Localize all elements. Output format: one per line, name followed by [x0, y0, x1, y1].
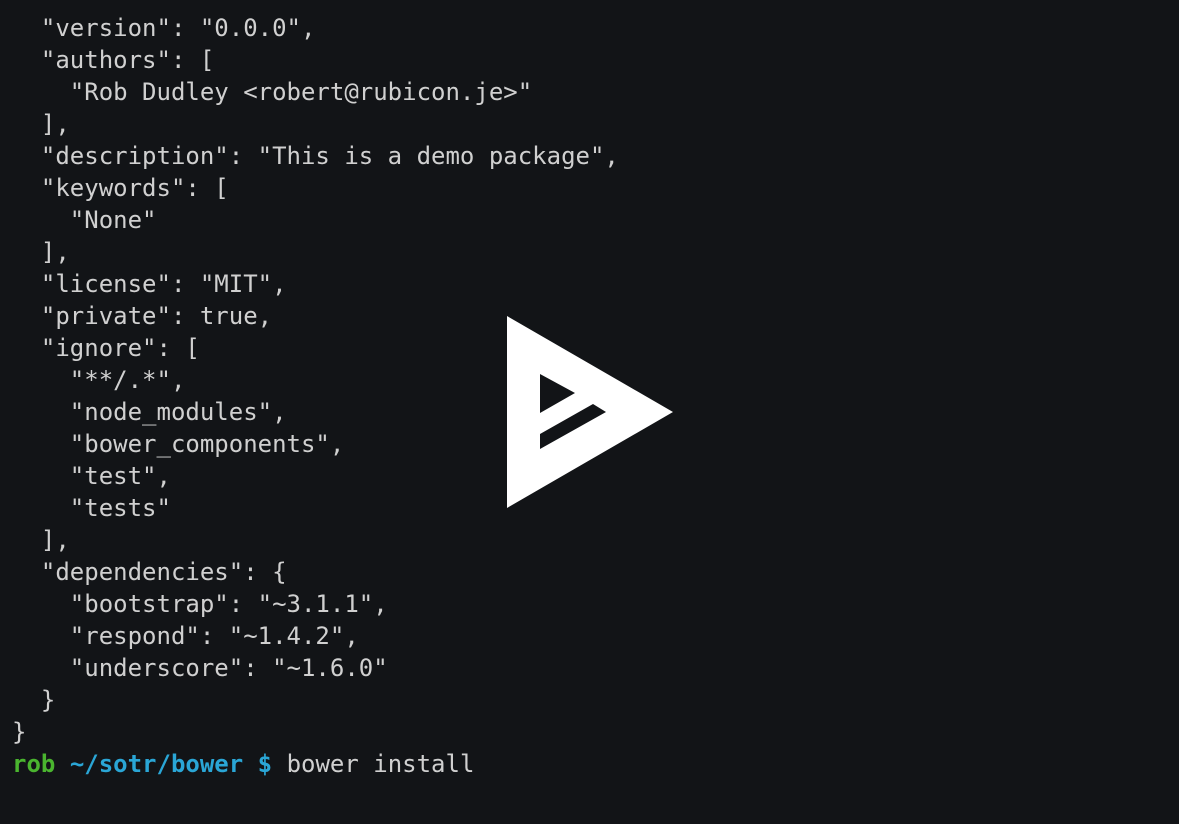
terminal-line: "description": "This is a demo package", [12, 142, 619, 170]
terminal-line: "Rob Dudley <robert@rubicon.je>" [12, 78, 533, 106]
terminal-line: "license": "MIT", [12, 270, 287, 298]
terminal-line: "None" [12, 206, 157, 234]
play-button[interactable] [506, 316, 674, 509]
shell-prompt-line: rob ~/sotr/bower $ bower install [12, 748, 1179, 780]
terminal-line: "dependencies": { [12, 558, 287, 586]
prompt-user: rob [12, 750, 56, 778]
terminal-line: "bootstrap": "~3.1.1", [12, 590, 388, 618]
terminal-line: } [12, 686, 56, 714]
terminal-line: "version": "0.0.0", [12, 14, 316, 42]
terminal-line: ], [12, 110, 70, 138]
prompt-symbol: $ [257, 750, 273, 778]
asciinema-play-icon [507, 316, 673, 508]
terminal-line: ], [12, 526, 70, 554]
terminal-line: ], [12, 238, 70, 266]
terminal-line: "respond": "~1.4.2", [12, 622, 359, 650]
terminal-line: "authors": [ [12, 46, 215, 74]
prompt-path: ~/sotr/bower [69, 750, 244, 778]
terminal-line: } [12, 718, 27, 746]
terminal-line: "underscore": "~1.6.0" [12, 654, 388, 682]
terminal-line: "keywords": [ [12, 174, 229, 202]
prompt-command: bower install [286, 750, 475, 778]
